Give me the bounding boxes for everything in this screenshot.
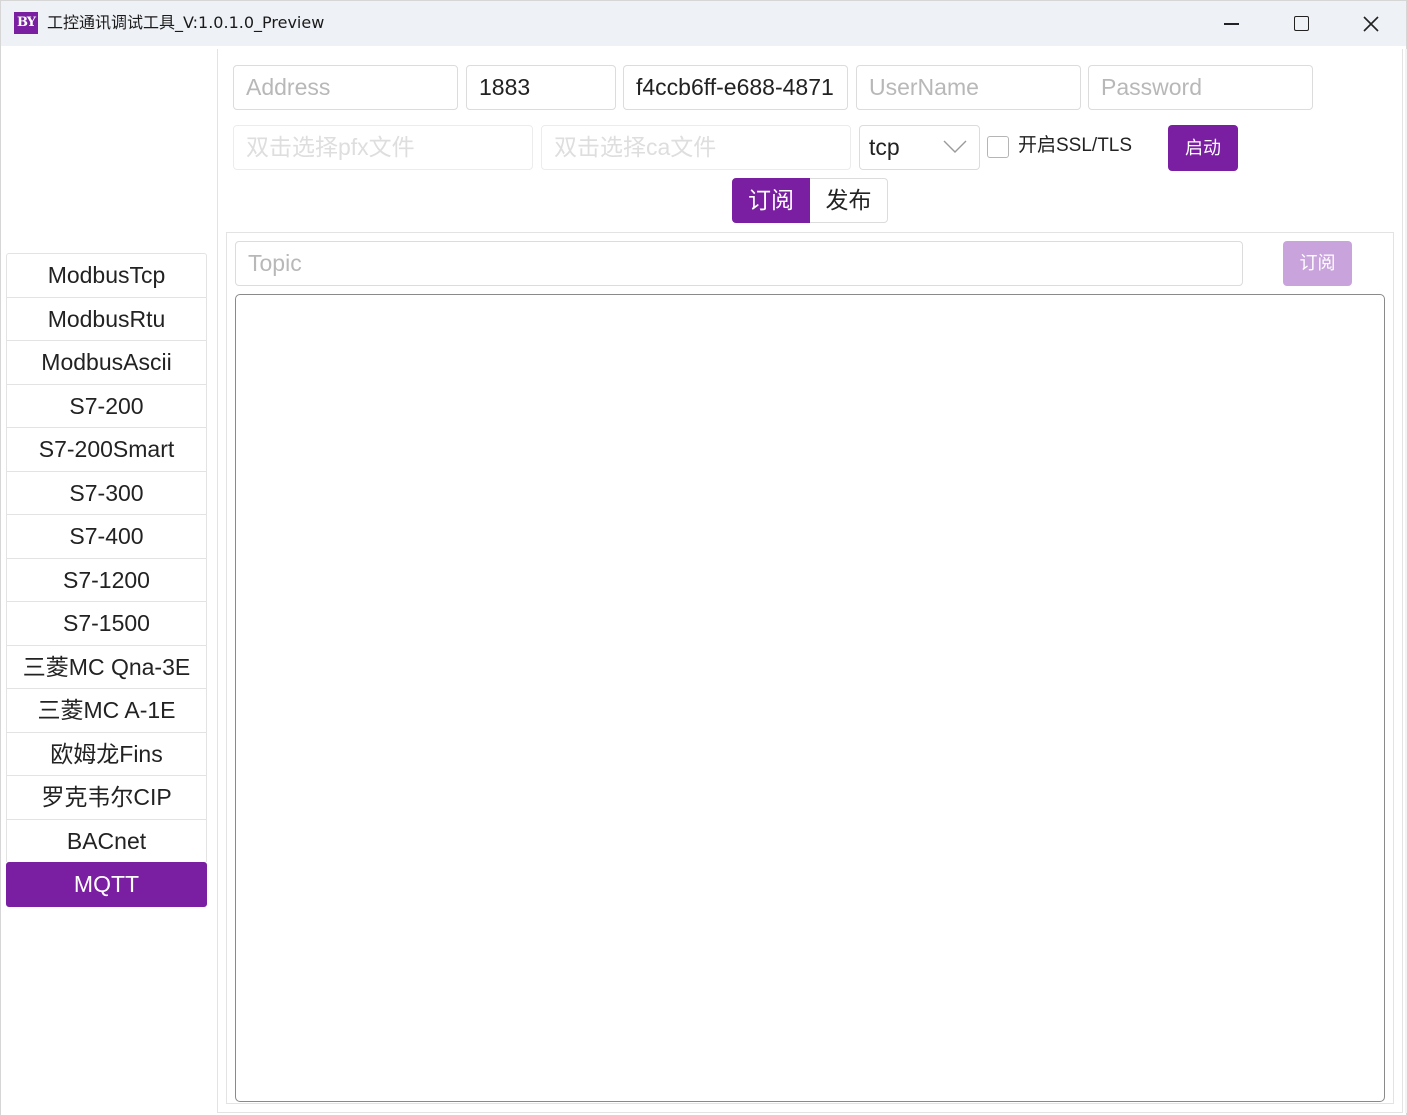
tab-publish[interactable]: 发布 xyxy=(810,178,888,223)
ca-file-input[interactable] xyxy=(541,125,851,170)
port-input[interactable] xyxy=(466,65,616,110)
sidebar-item-mc-qna-3e[interactable]: 三菱MC Qna-3E xyxy=(6,644,207,688)
app-logo: BY xyxy=(14,12,38,34)
app-window: BY 工控通讯调试工具_V:1.0.1.0_Preview ModbusTcp … xyxy=(0,0,1407,1116)
username-input[interactable] xyxy=(856,65,1081,110)
close-button[interactable] xyxy=(1336,1,1406,46)
mode-tabs: 订阅 发布 xyxy=(732,178,888,223)
tab-subscribe[interactable]: 订阅 xyxy=(732,178,810,223)
sidebar-item-s7-1200[interactable]: S7-1200 xyxy=(6,557,207,601)
password-input[interactable] xyxy=(1088,65,1313,110)
sidebar-item-modbustcp[interactable]: ModbusTcp xyxy=(6,253,207,297)
sidebar-item-rockwell-cip[interactable]: 罗克韦尔CIP xyxy=(6,775,207,819)
ssl-checkbox[interactable] xyxy=(987,136,1009,158)
sidebar-item-s7-1500[interactable]: S7-1500 xyxy=(6,601,207,645)
sidebar-item-modbusrtu[interactable]: ModbusRtu xyxy=(6,296,207,340)
maximize-button[interactable] xyxy=(1266,1,1336,46)
topic-input[interactable] xyxy=(235,241,1243,286)
window-title: 工控通讯调试工具_V:1.0.1.0_Preview xyxy=(47,13,325,32)
pfx-file-input[interactable] xyxy=(233,125,533,170)
chevron-down-icon xyxy=(943,140,967,153)
title-bar[interactable]: BY 工控通讯调试工具_V:1.0.1.0_Preview xyxy=(1,1,1406,46)
sidebar-item-s7-300[interactable]: S7-300 xyxy=(6,470,207,514)
sidebar-item-s7-200[interactable]: S7-200 xyxy=(6,383,207,427)
start-button[interactable]: 启动 xyxy=(1168,125,1238,171)
sidebar-item-s7-200smart[interactable]: S7-200Smart xyxy=(6,427,207,471)
protocol-select-value: tcp xyxy=(869,134,900,160)
ssl-checkbox-label: 开启SSL/TLS xyxy=(1018,135,1133,156)
client-id-input[interactable] xyxy=(623,65,848,110)
message-log[interactable] xyxy=(235,294,1385,1102)
sidebar-nav: ModbusTcp ModbusRtu ModbusAscii S7-200 S… xyxy=(6,253,208,907)
address-input[interactable] xyxy=(233,65,458,110)
sidebar-item-mc-a-1e[interactable]: 三菱MC A-1E xyxy=(6,688,207,732)
protocol-select[interactable]: tcp xyxy=(859,125,980,170)
close-icon xyxy=(1363,16,1379,32)
sidebar-item-s7-400[interactable]: S7-400 xyxy=(6,514,207,558)
minimize-button[interactable] xyxy=(1197,1,1267,46)
sidebar-item-modbusascii[interactable]: ModbusAscii xyxy=(6,340,207,384)
subscribe-panel: 订阅 xyxy=(226,232,1394,1104)
mqtt-panel: tcp 开启SSL/TLS 启动 订阅 发布 订阅 xyxy=(217,49,1403,1113)
subscribe-button[interactable]: 订阅 xyxy=(1283,241,1352,286)
sidebar-item-bacnet[interactable]: BACnet xyxy=(6,818,207,862)
sidebar-item-mqtt[interactable]: MQTT xyxy=(6,862,207,907)
sidebar-item-omron-fins[interactable]: 欧姆龙Fins xyxy=(6,731,207,775)
